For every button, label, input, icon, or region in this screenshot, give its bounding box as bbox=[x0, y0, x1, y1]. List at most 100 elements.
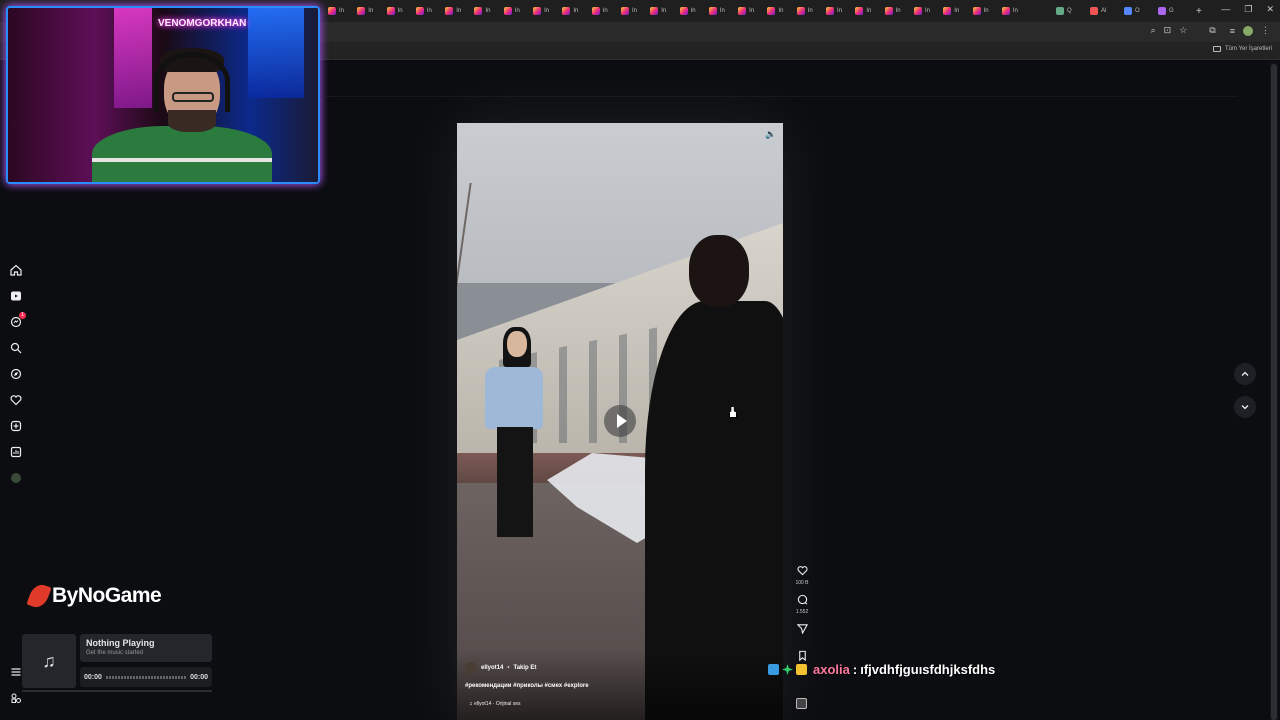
tab-instagram[interactable]: In bbox=[795, 4, 824, 18]
heart-icon[interactable] bbox=[8, 392, 24, 408]
tab-instagram[interactable]: In bbox=[385, 4, 414, 18]
instagram-favicon-icon bbox=[474, 7, 483, 15]
install-icon[interactable]: ⊡ bbox=[1164, 25, 1172, 36]
tab-favicon bbox=[1124, 7, 1132, 15]
home-icon[interactable] bbox=[8, 262, 24, 278]
sparkle-icon bbox=[782, 664, 793, 675]
star-icon[interactable]: ☆ bbox=[1179, 25, 1187, 36]
streamer-body bbox=[92, 126, 272, 182]
menu-icon[interactable] bbox=[10, 666, 22, 678]
instagram-favicon-icon bbox=[328, 7, 336, 15]
tab-instagram[interactable]: In bbox=[736, 4, 765, 18]
maximize-button[interactable]: ❐ bbox=[1244, 4, 1252, 15]
new-tab-button[interactable]: + bbox=[1196, 6, 1202, 17]
play-icon[interactable] bbox=[604, 405, 636, 437]
tab-instagram[interactable]: In bbox=[590, 4, 619, 18]
tab-title: In bbox=[983, 8, 989, 14]
bynogame-mark-icon bbox=[26, 581, 52, 611]
kebab-menu-icon[interactable]: ⋮ bbox=[1261, 25, 1270, 36]
beard bbox=[168, 110, 216, 132]
comment-icon[interactable] bbox=[797, 594, 808, 605]
tab-title: In bbox=[1012, 8, 1018, 14]
zoom-icon[interactable]: ⌕ bbox=[1151, 25, 1156, 36]
explore-icon[interactable] bbox=[8, 366, 24, 382]
tab-instagram[interactable]: In bbox=[619, 4, 648, 18]
tab-title: In bbox=[719, 8, 725, 14]
all-bookmarks[interactable]: Tüm Yer İşaretleri bbox=[1212, 46, 1272, 52]
instagram-favicon-icon bbox=[445, 7, 454, 15]
tab-title: In bbox=[866, 8, 872, 14]
tab-o[interactable]: O bbox=[1122, 4, 1152, 18]
tab-instagram[interactable]: In bbox=[824, 4, 853, 18]
avatar bbox=[11, 473, 21, 483]
media-icon[interactable]: ≡ bbox=[1230, 26, 1235, 36]
tab-favicon bbox=[1158, 7, 1166, 15]
tab-instagram[interactable]: In bbox=[941, 4, 970, 18]
instagram-favicon-icon bbox=[943, 7, 952, 15]
sidebar-bottom bbox=[10, 666, 22, 704]
streamer-webcam: VENOMGORKHAN bbox=[6, 6, 320, 184]
tab-instagram[interactable]: In bbox=[443, 4, 472, 18]
tab-instagram[interactable]: In bbox=[531, 4, 560, 18]
minimize-button[interactable]: — bbox=[1221, 4, 1230, 15]
reels-icon[interactable] bbox=[8, 288, 24, 304]
tab-instagram[interactable]: In bbox=[1000, 4, 1029, 18]
extensions-icon[interactable]: ⧉ bbox=[1209, 25, 1215, 36]
previous-reel-button[interactable] bbox=[1234, 363, 1256, 385]
author-name[interactable]: ellyot14 bbox=[481, 665, 503, 671]
save-icon[interactable] bbox=[797, 650, 808, 661]
crown-icon bbox=[796, 664, 807, 675]
music-note-icon: ♫ bbox=[22, 634, 76, 688]
more-icon[interactable] bbox=[10, 692, 22, 704]
tab-al[interactable]: Al bbox=[1088, 4, 1118, 18]
share-icon[interactable] bbox=[796, 623, 808, 634]
tab-instagram[interactable]: In bbox=[971, 4, 1000, 18]
tab-title: In bbox=[368, 8, 374, 14]
tab-instagram[interactable]: In bbox=[707, 4, 736, 18]
tab-instagram[interactable]: In bbox=[883, 4, 912, 18]
tab-instagram[interactable]: In bbox=[853, 4, 882, 18]
next-reel-button[interactable] bbox=[1234, 396, 1256, 418]
profile-icon[interactable] bbox=[1243, 25, 1253, 36]
blue-light bbox=[248, 8, 304, 98]
chevron-down-icon bbox=[1241, 405, 1249, 410]
instagram-favicon-icon bbox=[913, 7, 922, 15]
scrollbar-thumb[interactable] bbox=[1271, 64, 1277, 720]
tab-g[interactable]: G bbox=[1156, 4, 1186, 18]
like-icon[interactable] bbox=[796, 565, 808, 576]
tab-instagram[interactable]: In bbox=[326, 4, 355, 18]
search-icon[interactable] bbox=[8, 340, 24, 356]
tab-title: In bbox=[778, 8, 784, 14]
music-time-start: 00:00 bbox=[84, 673, 102, 681]
reel-hashtags[interactable]: #рекомендации #приколы #смех #explore bbox=[465, 683, 589, 689]
woman-shirt bbox=[485, 367, 543, 429]
reel-audio[interactable]: ♫ ellyot14 · Orijinal ses bbox=[469, 701, 521, 707]
tab-instagram[interactable]: In bbox=[648, 4, 677, 18]
messages-icon[interactable]: 1 bbox=[8, 312, 26, 330]
follow-button[interactable]: Takip Et bbox=[513, 665, 536, 671]
tab-title: In bbox=[514, 8, 520, 14]
tab-title: Al bbox=[1101, 8, 1107, 14]
reel-video[interactable]: 🔈 ellyot14 • Takip Et #рекомендации #при… bbox=[457, 123, 783, 720]
instagram-favicon-icon bbox=[562, 7, 571, 15]
author-avatar[interactable] bbox=[465, 662, 477, 674]
page-scrollbar[interactable] bbox=[1270, 62, 1278, 720]
tab-instagram[interactable]: In bbox=[502, 4, 531, 18]
reel-actions: 100 B 1.552 bbox=[792, 565, 812, 661]
create-icon[interactable] bbox=[8, 418, 24, 434]
tab-instagram[interactable]: In bbox=[355, 4, 384, 18]
mute-icon[interactable]: 🔈 bbox=[765, 129, 776, 139]
audio-thumbnail-icon[interactable] bbox=[796, 698, 807, 709]
profile-avatar[interactable] bbox=[8, 470, 24, 486]
dashboard-icon[interactable] bbox=[8, 444, 24, 460]
tab-instagram[interactable]: In bbox=[912, 4, 941, 18]
instagram-favicon-icon bbox=[591, 7, 600, 15]
tab-instagram[interactable]: In bbox=[678, 4, 707, 18]
tab-q[interactable]: Q bbox=[1054, 4, 1084, 18]
like-count: 100 B bbox=[795, 580, 809, 586]
tab-instagram[interactable]: In bbox=[414, 4, 443, 18]
tab-instagram[interactable]: In bbox=[472, 4, 501, 18]
tab-instagram[interactable]: In bbox=[765, 4, 794, 18]
tab-instagram[interactable]: In bbox=[560, 4, 589, 18]
close-button[interactable]: ✕ bbox=[1266, 4, 1274, 15]
